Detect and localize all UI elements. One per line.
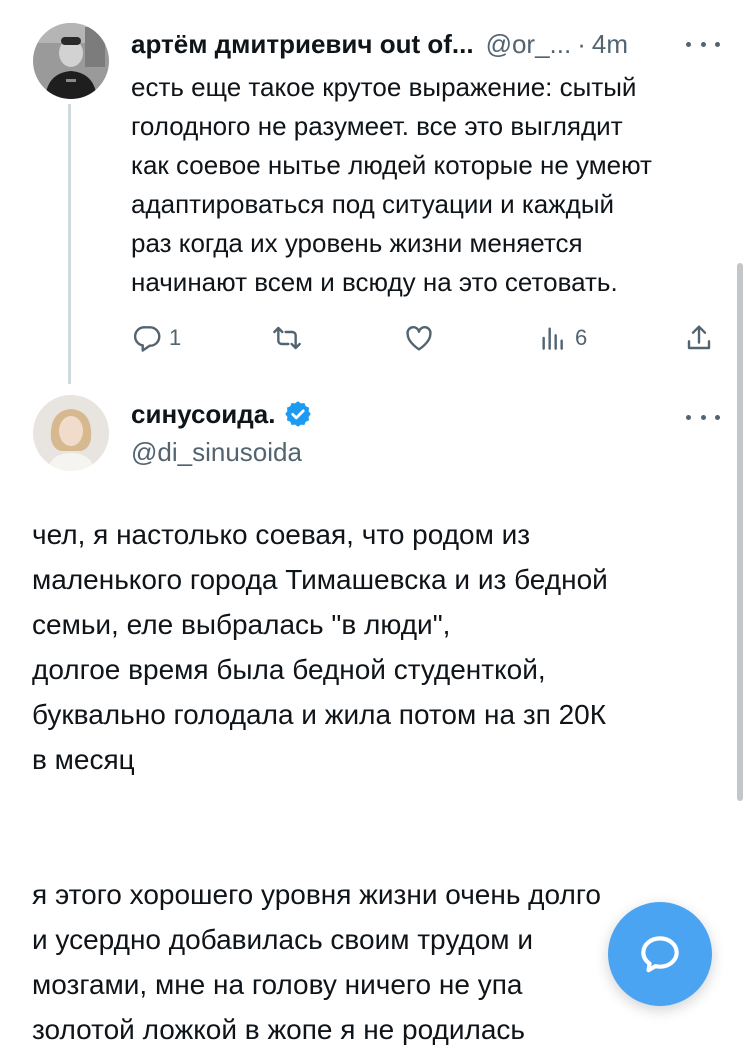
- tweet-text-line: раз когда их уровень жизни меняется: [131, 228, 583, 258]
- avatar-image: [33, 23, 109, 99]
- heart-icon: [406, 326, 432, 351]
- avatar-artyom[interactable]: [33, 23, 109, 99]
- author-name[interactable]: синусоида.: [131, 399, 275, 430]
- more-options-icon[interactable]: [686, 412, 720, 422]
- reply-count: 1: [169, 325, 182, 350]
- tweet-text-line: семьи, еле выбралась "в люди",: [32, 609, 451, 640]
- upload-icon: [687, 325, 711, 350]
- chat-bubble-icon: [641, 936, 679, 973]
- tweet-text-line: чел, я настолько соевая, что родом из: [32, 519, 531, 550]
- tweet-text-line: маленького города Тимашевска и из бедной: [32, 564, 608, 595]
- tweet2-name-row: синусоида.: [131, 396, 313, 432]
- avatar-sinusoida[interactable]: [33, 395, 109, 471]
- scrollbar[interactable]: [737, 263, 743, 801]
- author-handle[interactable]: @di_sinusoida: [131, 437, 302, 468]
- more-options-icon[interactable]: [686, 39, 720, 49]
- compose-reply-button[interactable]: [608, 902, 712, 1006]
- view-count: 6: [575, 325, 588, 350]
- author-name[interactable]: артём дмитриевич out of...: [131, 29, 474, 60]
- tweet-text-line: золотой ложкой в жопе я не родилась: [32, 1014, 526, 1045]
- thread-connector-line: [68, 104, 71, 384]
- tweet-text-line: долгое время была бедной студенткой,: [32, 654, 546, 685]
- like-button[interactable]: [403, 316, 441, 360]
- tweet-text-line: как соевое нытье людей которые не умеют: [131, 150, 652, 180]
- tweet-text-line: буквально голодала и жила потом на зп 20…: [32, 699, 607, 730]
- avatar-image: [33, 395, 109, 471]
- tweet-text-line: есть еще такое крутое выражение: сытый: [131, 72, 637, 102]
- tweet1-text: есть еще такое крутое выражение: сытый г…: [131, 68, 711, 302]
- tweet1-action-bar: 1 6: [131, 316, 721, 360]
- tweet-text-line: адаптироваться под ситуации и каждый: [131, 189, 615, 219]
- tweet-text-line: в месяц: [32, 744, 135, 775]
- tweet-timestamp[interactable]: 4m: [592, 29, 628, 60]
- tweet-text-line: голодного не разумеет. все это выглядит: [131, 111, 623, 141]
- share-button[interactable]: [683, 316, 715, 360]
- speech-bubble-icon: [133, 326, 161, 352]
- author-handle[interactable]: @or_...: [486, 29, 572, 60]
- bar-chart-icon: [542, 327, 563, 350]
- tweet-text-line: я этого хорошего уровня жизни очень долг…: [32, 879, 601, 910]
- separator-dot: ·: [577, 28, 586, 59]
- verified-badge-icon[interactable]: [283, 399, 313, 429]
- tweet1-header: артём дмитриевич out of... @or_... · 4m: [131, 26, 731, 62]
- tweet-text-line: начинают всем и всюду на это сетовать.: [131, 267, 618, 297]
- retweet-arrows-icon: [273, 326, 301, 350]
- retweet-button[interactable]: [271, 316, 309, 360]
- views-button[interactable]: 6: [537, 316, 587, 360]
- reply-button[interactable]: 1: [131, 316, 181, 360]
